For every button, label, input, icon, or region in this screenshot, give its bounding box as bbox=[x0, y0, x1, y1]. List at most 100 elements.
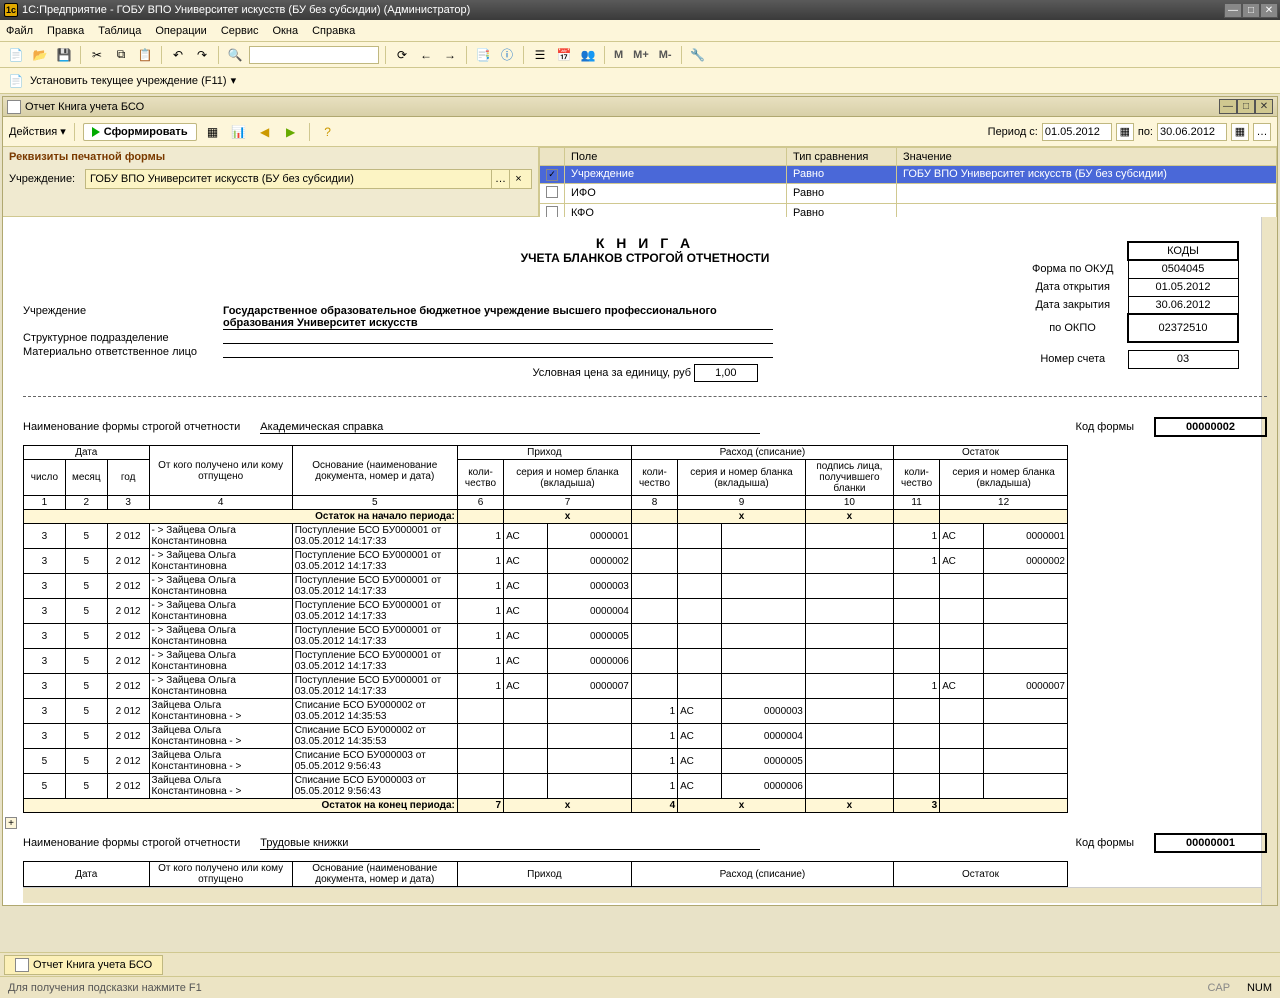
back-icon[interactable]: ← bbox=[416, 45, 436, 65]
price-value: 1,00 bbox=[694, 364, 757, 382]
filter-checkbox[interactable] bbox=[546, 169, 558, 181]
date-from-calendar-icon[interactable]: ▦ bbox=[1116, 123, 1134, 141]
secondary-toolbar: 📄 Установить текущее учреждение (F11) ▾ bbox=[0, 68, 1280, 94]
sub-restore-button[interactable]: □ bbox=[1237, 99, 1255, 114]
filter-val bbox=[897, 183, 1277, 203]
menu-edit[interactable]: Правка bbox=[47, 25, 84, 37]
save-icon[interactable]: 💾 bbox=[54, 45, 74, 65]
subwindow-title-bar: Отчет Книга учета БСО — □ ✕ bbox=[3, 97, 1277, 117]
col-num: 6 bbox=[457, 496, 503, 510]
restore-button[interactable]: □ bbox=[1242, 3, 1260, 18]
document-icon[interactable]: 📄 bbox=[6, 71, 26, 91]
menu-table[interactable]: Таблица bbox=[98, 25, 141, 37]
sub-close-button[interactable]: ✕ bbox=[1255, 99, 1273, 114]
form-name-value: Академическая справка bbox=[260, 421, 760, 434]
table-row[interactable]: 352 012- > Зайцева Ольга КонстантиновнаП… bbox=[24, 599, 1068, 624]
filter-checkbox[interactable] bbox=[546, 206, 558, 218]
new-icon[interactable]: 📄 bbox=[6, 45, 26, 65]
col-num: 8 bbox=[631, 496, 677, 510]
menu-help[interactable]: Справка bbox=[312, 25, 355, 37]
table-row[interactable]: 352 012Зайцева Ольга Константиновна - >С… bbox=[24, 724, 1068, 749]
search-input[interactable] bbox=[249, 46, 379, 64]
filter-col-comparison[interactable]: Тип сравнения bbox=[787, 148, 897, 166]
grid-icon[interactable]: ▦ bbox=[203, 122, 223, 142]
institution-lookup-icon[interactable]: … bbox=[491, 170, 509, 188]
table-row[interactable]: 352 012Зайцева Ольга Константиновна - >С… bbox=[24, 699, 1068, 724]
chart-icon[interactable]: 📊 bbox=[229, 122, 249, 142]
users-icon[interactable]: 👥 bbox=[578, 45, 598, 65]
x-cell: x bbox=[678, 799, 806, 813]
minimize-button[interactable]: — bbox=[1224, 3, 1242, 18]
calendar-icon[interactable]: 📅 bbox=[554, 45, 574, 65]
undo-icon[interactable]: ↶ bbox=[168, 45, 188, 65]
table-row[interactable]: 352 012- > Зайцева Ольга КонстантиновнаП… bbox=[24, 649, 1068, 674]
filter-panel: Реквизиты печатной формы Учреждение: ГОБ… bbox=[3, 147, 1277, 217]
filter-row[interactable]: УчреждениеРавноГОБУ ВПО Университет иску… bbox=[540, 166, 1277, 184]
set-institution-link[interactable]: Установить текущее учреждение (F11) bbox=[30, 75, 227, 87]
copy-icon[interactable]: ⧉ bbox=[111, 45, 131, 65]
end-income-qty: 7 bbox=[457, 799, 503, 813]
date-to-input[interactable] bbox=[1157, 123, 1227, 141]
menu-windows[interactable]: Окна bbox=[273, 25, 299, 37]
table-row[interactable]: 352 012- > Зайцева Ольга КонстантиновнаП… bbox=[24, 674, 1068, 699]
date-to-calendar-icon[interactable]: ▦ bbox=[1231, 123, 1249, 141]
report-window: Отчет Книга учета БСО — □ ✕ Действия ▾ С… bbox=[2, 96, 1278, 906]
clipboard-icon[interactable]: 📑 bbox=[473, 45, 493, 65]
h-eq: коли- чество bbox=[631, 460, 677, 496]
table-row[interactable]: 352 012- > Зайцева Ольга КонстантиновнаП… bbox=[24, 549, 1068, 574]
sub-minimize-button[interactable]: — bbox=[1219, 99, 1237, 114]
generate-button[interactable]: Сформировать bbox=[83, 123, 197, 141]
tools-icon[interactable]: 🔧 bbox=[688, 45, 708, 65]
info-icon[interactable]: ⓘ bbox=[497, 45, 517, 65]
menu-operations[interactable]: Операции bbox=[155, 25, 206, 37]
m-button[interactable]: M bbox=[611, 49, 626, 61]
filter-col-value[interactable]: Значение bbox=[897, 148, 1277, 166]
app-title: 1C:Предприятие - ГОБУ ВПО Университет ис… bbox=[22, 4, 470, 16]
close-button[interactable]: ✕ bbox=[1260, 3, 1278, 18]
institution-input[interactable]: ГОБУ ВПО Университет искусств (БУ без су… bbox=[85, 169, 532, 189]
app-logo: 1c bbox=[4, 3, 18, 17]
horizontal-scrollbar[interactable] bbox=[23, 887, 1267, 903]
refresh-icon[interactable]: ⟳ bbox=[392, 45, 412, 65]
table-row[interactable]: 352 012- > Зайцева Ольга КонстантиновнаП… bbox=[24, 574, 1068, 599]
table-row[interactable]: 552 012Зайцева Ольга Константиновна - >С… bbox=[24, 749, 1068, 774]
report-body[interactable]: + К Н И Г А УЧЕТА БЛАНКОВ СТРОГОЙ ОТЧЕТН… bbox=[3, 217, 1277, 905]
m-minus-button[interactable]: M- bbox=[656, 49, 675, 61]
open-icon[interactable]: 📂 bbox=[30, 45, 50, 65]
export-right-icon[interactable]: ▶ bbox=[281, 122, 301, 142]
export-left-icon[interactable]: ◀ bbox=[255, 122, 275, 142]
dropdown-icon[interactable]: ▾ bbox=[231, 74, 237, 87]
menu-file[interactable]: Файл bbox=[6, 25, 33, 37]
m-plus-button[interactable]: M+ bbox=[630, 49, 652, 61]
table-row[interactable]: 352 012- > Зайцева Ольга КонстантиновнаП… bbox=[24, 524, 1068, 549]
filter-checkbox[interactable] bbox=[546, 186, 558, 198]
task-tab-report[interactable]: Отчет Книга учета БСО bbox=[4, 955, 163, 975]
filter-row[interactable]: ИФОРавно bbox=[540, 183, 1277, 203]
data-table-2: Дата От кого получено или кому отпущено … bbox=[23, 861, 1068, 887]
date-from-input[interactable] bbox=[1042, 123, 1112, 141]
filter-col-field[interactable]: Поле bbox=[565, 148, 787, 166]
redo-icon[interactable]: ↷ bbox=[192, 45, 212, 65]
task-bar: Отчет Книга учета БСО bbox=[0, 952, 1280, 976]
okud-value: 0504045 bbox=[1128, 260, 1238, 278]
separator bbox=[309, 123, 310, 141]
help-icon[interactable]: ? bbox=[318, 122, 338, 142]
institution-clear-icon[interactable]: × bbox=[509, 170, 527, 188]
period-picker-icon[interactable]: … bbox=[1253, 123, 1271, 141]
paste-icon[interactable]: 📋 bbox=[135, 45, 155, 65]
forward-icon[interactable]: → bbox=[440, 45, 460, 65]
separator bbox=[385, 46, 386, 64]
account-value: 03 bbox=[1128, 350, 1238, 368]
list-icon[interactable]: ☰ bbox=[530, 45, 550, 65]
codes-box: КОДЫ Форма по ОКУД0504045 Дата открытия0… bbox=[1018, 241, 1239, 369]
cut-icon[interactable]: ✂ bbox=[87, 45, 107, 65]
actions-menu[interactable]: Действия ▾ bbox=[9, 125, 66, 138]
table-row[interactable]: 552 012Зайцева Ольга Константиновна - >С… bbox=[24, 774, 1068, 799]
table-row[interactable]: 352 012- > Зайцева Ольга КонстантиновнаП… bbox=[24, 624, 1068, 649]
open-date-value: 01.05.2012 bbox=[1128, 278, 1238, 296]
menu-service[interactable]: Сервис bbox=[221, 25, 259, 37]
expand-marker[interactable]: + bbox=[5, 817, 17, 829]
find-icon[interactable]: 🔍 bbox=[225, 45, 245, 65]
separator bbox=[466, 46, 467, 64]
mol-label: Материально ответственное лицо bbox=[23, 346, 223, 358]
